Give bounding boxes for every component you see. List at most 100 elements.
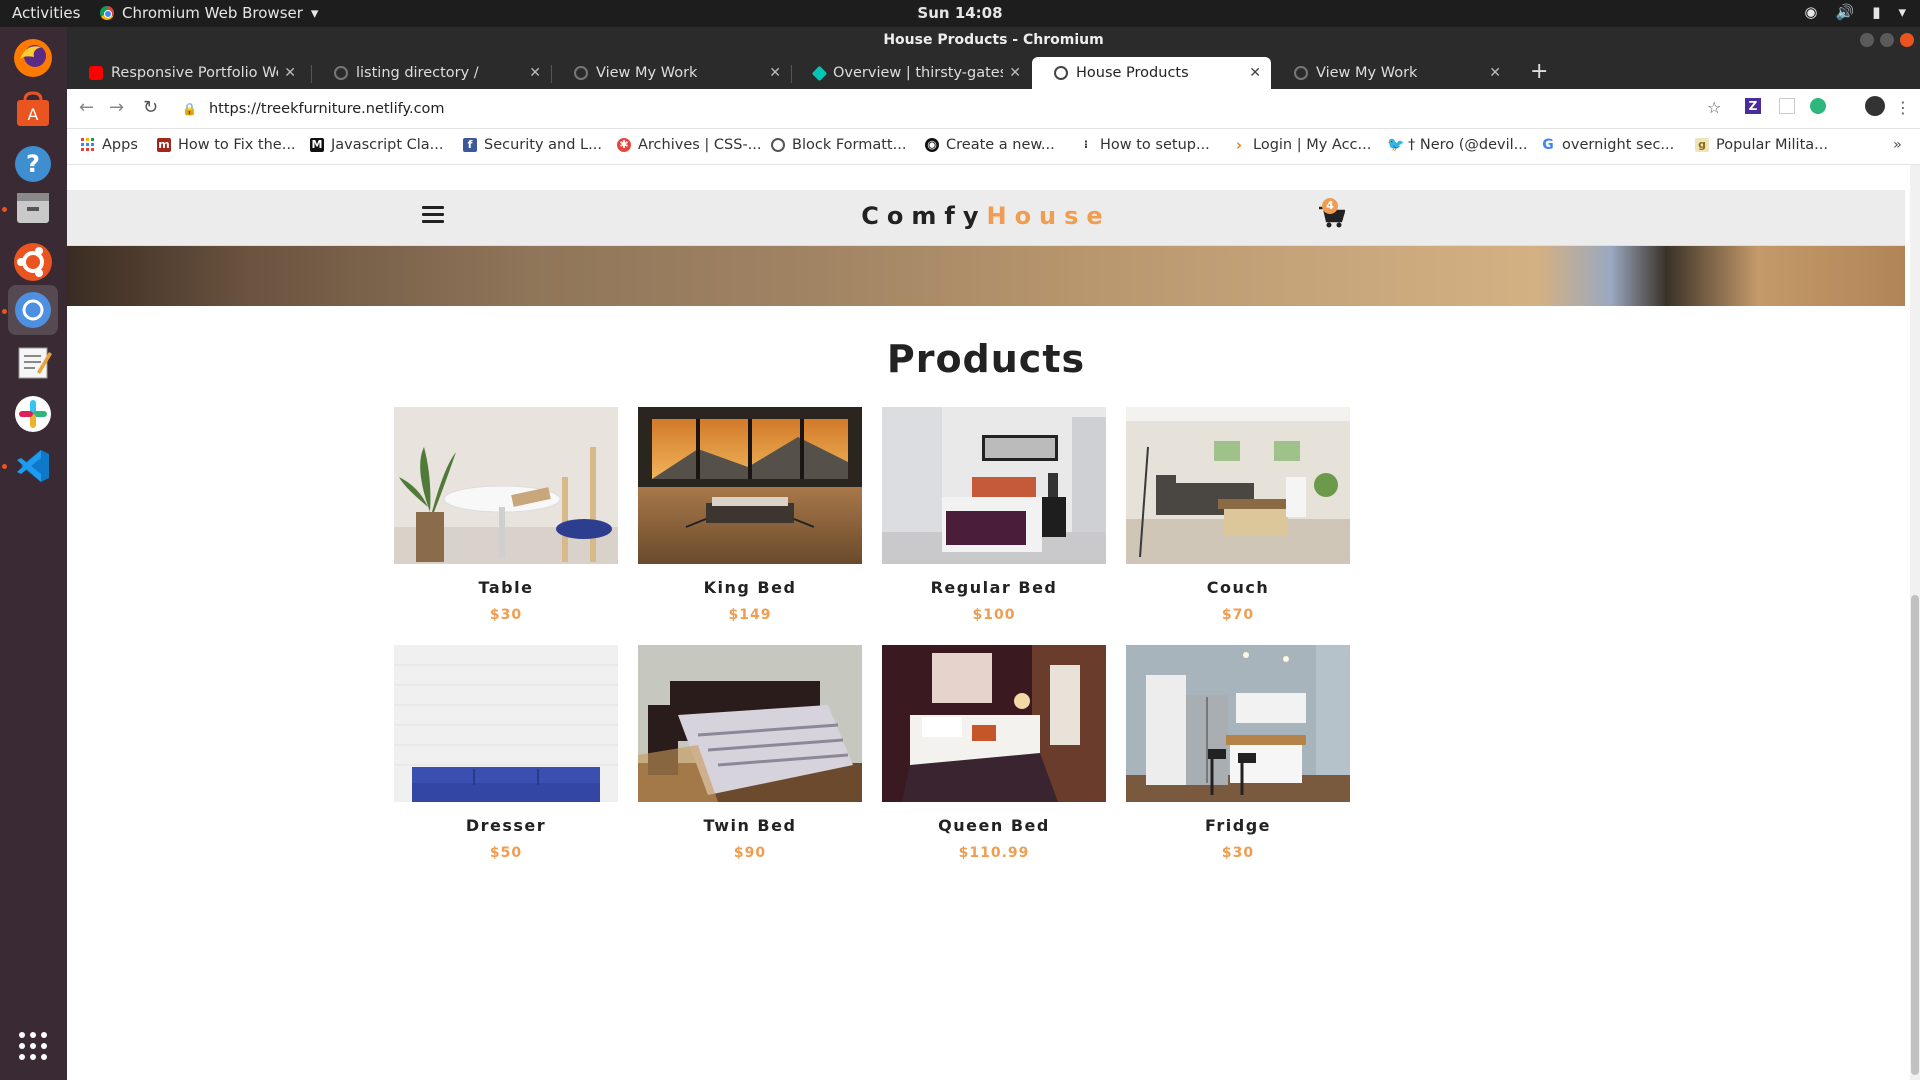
tab-title: House Products	[1076, 65, 1189, 81]
address-bar[interactable]: 🔒 https://treekfurniture.netlify.com	[182, 95, 1782, 123]
bookmark-item[interactable]: m How to Fix the...	[157, 137, 296, 153]
avatar[interactable]	[1865, 96, 1885, 116]
product-image-twin-bed[interactable]	[638, 645, 862, 802]
text-editor-icon[interactable]	[8, 337, 58, 387]
product-price: $70	[1221, 607, 1255, 623]
reload-icon[interactable]: ↻	[143, 97, 158, 118]
scrollbar-thumb[interactable]	[1911, 595, 1919, 1075]
tab[interactable]: View My Work ✕	[552, 57, 791, 89]
bookmark-item[interactable]: M Javascript Cla...	[310, 137, 444, 153]
product-card[interactable]: Twin Bed $90	[638, 645, 862, 861]
files-icon[interactable]	[8, 182, 58, 232]
product-name: Regular Bed	[930, 578, 1058, 597]
close-tab-icon[interactable]: ✕	[1489, 65, 1501, 81]
close-tab-icon[interactable]: ✕	[284, 65, 296, 81]
product-card[interactable]: Couch $70	[1126, 407, 1350, 623]
show-applications-icon[interactable]	[8, 1021, 58, 1071]
bookmark-label: How to setup...	[1100, 137, 1210, 153]
bookmark-item[interactable]: Block Formatt...	[771, 137, 906, 153]
firefox-icon[interactable]	[8, 33, 58, 83]
system-tray[interactable]: ◉ 🔊 ▮ ▾	[1804, 3, 1906, 21]
product-price: $149	[728, 607, 772, 623]
facebook-icon: f	[463, 138, 477, 152]
new-tab-button[interactable]: +	[1530, 59, 1548, 84]
product-image-dresser[interactable]	[394, 645, 618, 802]
vscode-icon[interactable]	[8, 441, 58, 491]
tab[interactable]: Responsive Portfolio Wel ✕	[67, 57, 306, 89]
running-indicator	[2, 309, 7, 314]
close-tab-icon[interactable]: ✕	[1009, 65, 1021, 81]
back-arrow-icon[interactable]: ←	[79, 97, 94, 118]
product-card[interactable]: Fridge $30	[1126, 645, 1350, 861]
globe-icon	[771, 138, 785, 152]
product-price: $110.99	[958, 845, 1030, 861]
product-image-table[interactable]	[394, 407, 618, 564]
product-image-queen-bed[interactable]	[882, 645, 1106, 802]
chevron-icon: ›	[1235, 136, 1243, 154]
bookmark-label: Apps	[102, 137, 138, 153]
bookmark-label: Archives | CSS-...	[638, 137, 762, 153]
ubuntu-icon[interactable]	[8, 237, 58, 287]
bookmark-item[interactable]: 🐦 † Nero (@devil...	[1387, 137, 1528, 153]
brand-accent: House	[986, 202, 1111, 230]
product-price: $100	[972, 607, 1016, 623]
bookmark-star-icon[interactable]: ☆	[1707, 98, 1721, 117]
bookmark-item[interactable]: f Security and L...	[463, 137, 602, 153]
close-tab-icon[interactable]: ✕	[529, 65, 541, 81]
bookmark-item[interactable]: ◉ Create a new...	[925, 137, 1055, 153]
youtube-icon	[89, 66, 103, 80]
tab-active[interactable]: House Products ✕	[1032, 57, 1271, 89]
product-card[interactable]: Regular Bed $100	[882, 407, 1106, 623]
product-image-regular-bed[interactable]	[882, 407, 1106, 564]
forward-arrow-icon[interactable]: →	[109, 97, 124, 118]
page-viewport: ComfyHouse 4 Products Table $30 King Bed…	[67, 165, 1920, 1080]
tab[interactable]: listing directory / ✕	[312, 57, 551, 89]
menu-kebab-icon[interactable]: ⋮	[1895, 98, 1911, 117]
m-icon: m	[157, 138, 171, 152]
product-name: Table	[478, 578, 534, 597]
bookmark-item[interactable]: › Login | My Acc...	[1232, 137, 1371, 153]
chromium-dock-icon[interactable]	[8, 285, 58, 335]
bookmark-item[interactable]: g Popular Milita...	[1695, 137, 1828, 153]
product-card[interactable]: Table $30	[394, 407, 618, 623]
page-scrollbar[interactable]	[1910, 165, 1920, 1080]
tab[interactable]: Overview | thirsty-gates-c ✕	[792, 57, 1031, 89]
product-name: Queen Bed	[938, 816, 1050, 835]
product-card[interactable]: Queen Bed $110.99	[882, 645, 1106, 861]
tab[interactable]: View My Work ✕	[1272, 57, 1511, 89]
tab-title: View My Work	[596, 65, 698, 81]
bookmark-apps[interactable]: Apps	[81, 137, 138, 153]
zotero-extension-icon[interactable]: Z	[1745, 98, 1761, 114]
extension-badge-icon[interactable]	[1810, 98, 1826, 114]
app-menu[interactable]: Chromium Web Browser ▾	[100, 4, 318, 22]
url-text: https://treekfurniture.netlify.com	[208, 101, 445, 117]
system-top-bar: Activities Chromium Web Browser ▾ Sun 14…	[0, 0, 1920, 27]
chevron-down-icon: ▾	[310, 4, 319, 22]
twitter-icon: 🐦	[1387, 137, 1405, 153]
product-image-couch[interactable]	[1126, 407, 1350, 564]
bookmark-item[interactable]: ✱ Archives | CSS-...	[617, 137, 762, 153]
slack-icon[interactable]	[8, 389, 58, 439]
extension-icon[interactable]	[1779, 98, 1795, 114]
bookmark-item[interactable]: G overnight sec...	[1541, 137, 1674, 153]
product-card[interactable]: King Bed $149	[638, 407, 862, 623]
running-indicator	[2, 464, 7, 469]
chromium-icon	[100, 6, 114, 20]
clock[interactable]: Sun 14:08	[917, 4, 1002, 22]
github-icon: ◉	[925, 138, 939, 152]
software-center-icon[interactable]: A	[8, 85, 58, 135]
maximize-button[interactable]	[1880, 33, 1894, 47]
bookmark-label: How to Fix the...	[178, 137, 296, 153]
product-card[interactable]: Dresser $50	[394, 645, 618, 861]
product-image-fridge[interactable]	[1126, 645, 1350, 802]
google-icon: G	[1542, 137, 1554, 153]
minimize-button[interactable]	[1860, 33, 1874, 47]
activities-button[interactable]: Activities	[12, 4, 80, 22]
close-tab-icon[interactable]: ✕	[1249, 65, 1261, 81]
product-image-king-bed[interactable]	[638, 407, 862, 564]
bookmarks-overflow-icon[interactable]: »	[1893, 137, 1902, 153]
close-tab-icon[interactable]: ✕	[769, 65, 781, 81]
close-window-button[interactable]	[1900, 33, 1914, 47]
site-logo[interactable]: ComfyHouse	[67, 202, 1905, 230]
bookmark-item[interactable]: ⁝ How to setup...	[1079, 137, 1210, 153]
